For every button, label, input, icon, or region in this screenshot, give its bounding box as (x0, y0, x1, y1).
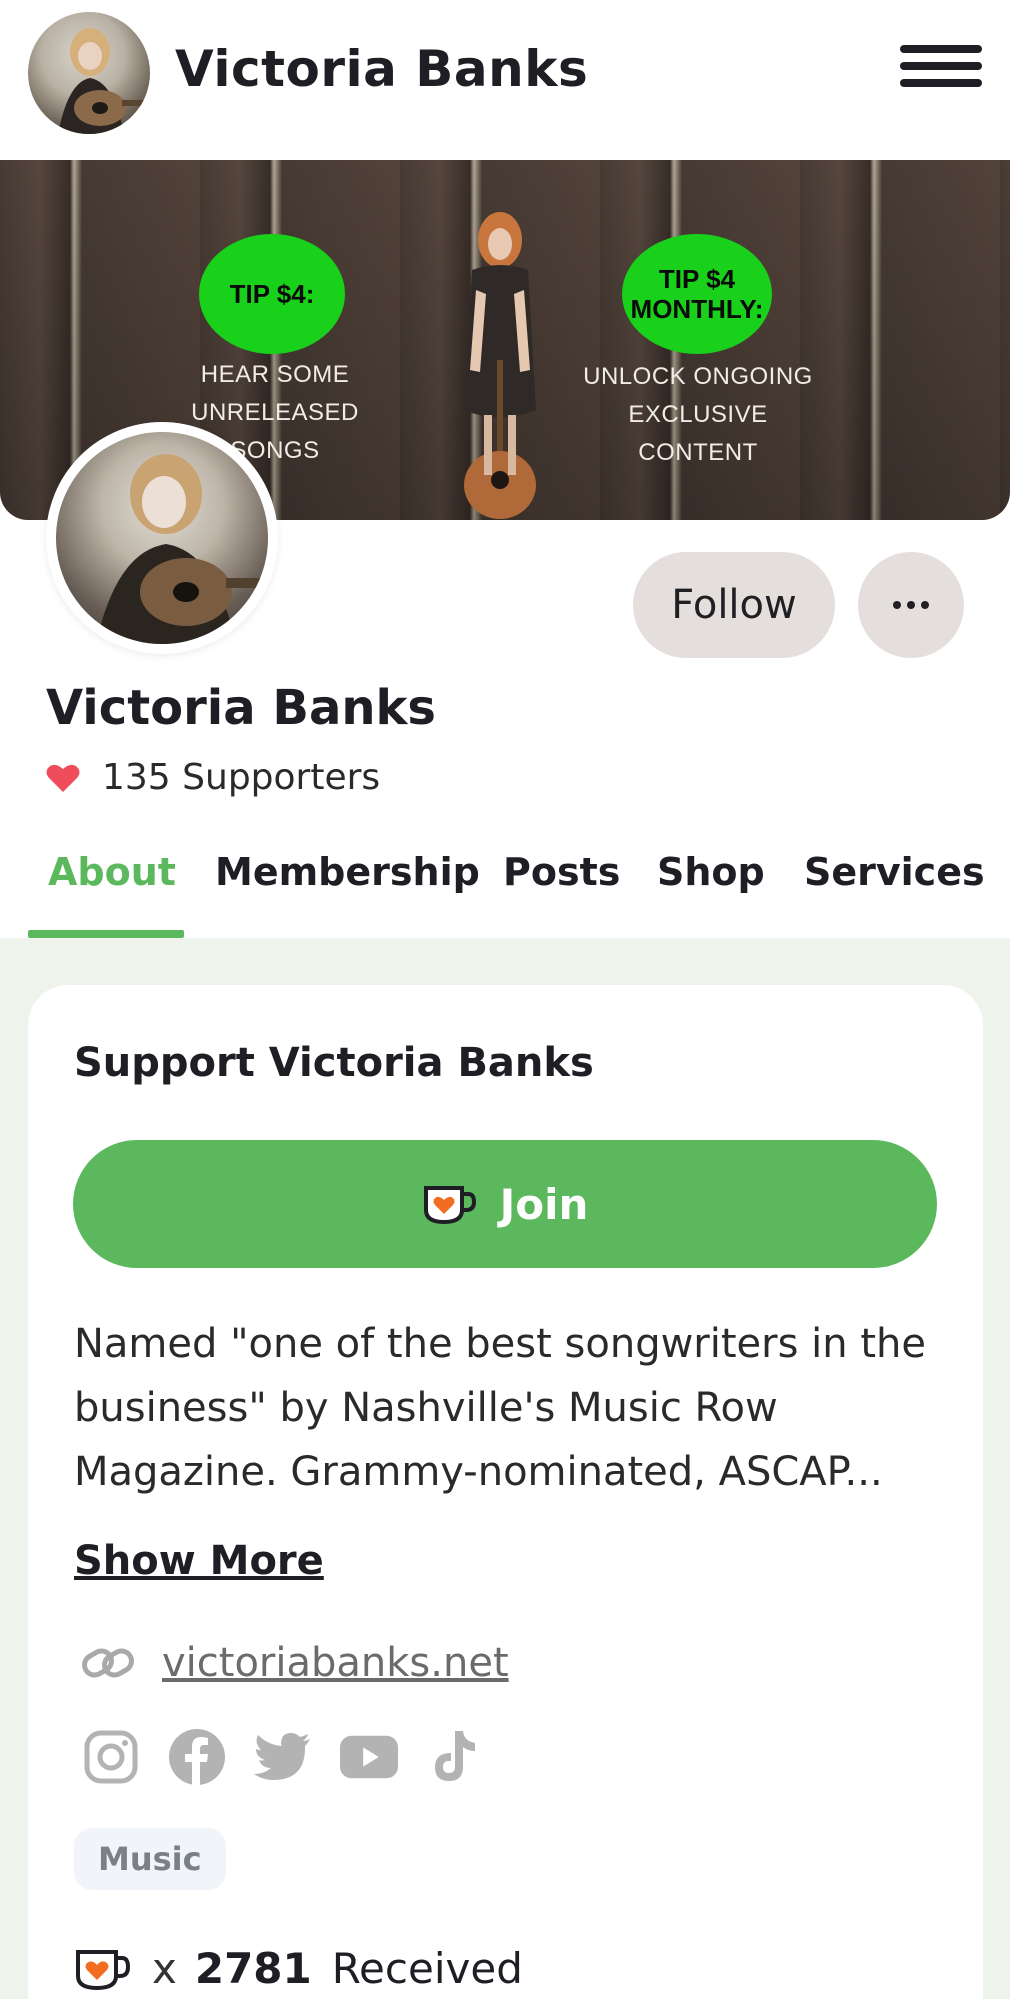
facebook-link[interactable] (168, 1728, 226, 1786)
category-tag[interactable]: Music (74, 1828, 226, 1890)
tab-about[interactable]: About (48, 850, 176, 894)
header-avatar[interactable] (28, 12, 150, 134)
tab-posts[interactable]: Posts (503, 850, 620, 894)
tip-caption-one-line1: HEAR SOME (200, 361, 350, 388)
hamburger-icon (900, 45, 982, 53)
tiktok-link[interactable] (426, 1728, 484, 1786)
tab-shop[interactable]: Shop (657, 850, 765, 894)
coffee-cup-heart-icon (423, 1186, 476, 1225)
bio-text: Named "one of the best songwriters in th… (74, 1321, 926, 1495)
singer-photo (464, 212, 536, 519)
received-count: 2781 (194, 1944, 312, 1993)
more-options-button[interactable] (858, 552, 964, 658)
social-links (82, 1728, 484, 1786)
tip-badge-two-line2: MONTHLY: (630, 294, 764, 324)
tip-badge-two-line1: TIP $4 (658, 264, 736, 294)
youtube-icon (340, 1735, 398, 1779)
tab-services[interactable]: Services (804, 850, 985, 894)
website-link[interactable]: victoriabanks.net (162, 1640, 509, 1686)
coffee-cup-heart-icon (76, 1949, 131, 1990)
instagram-icon (84, 1730, 138, 1784)
received-count-row: x 2781 Received (74, 1944, 523, 1993)
show-more-link[interactable]: Show More (74, 1538, 324, 1584)
hamburger-icon-line (900, 79, 982, 87)
profile-name: Victoria Banks (46, 680, 436, 736)
link-icon (82, 1648, 134, 1678)
tip-caption-two-line1: UNLOCK ONGOING (583, 363, 813, 390)
facebook-icon (169, 1729, 225, 1786)
twitter-link[interactable] (254, 1728, 312, 1786)
heart-icon (46, 764, 80, 792)
received-multiplier: x (152, 1944, 177, 1993)
hamburger-icon-line (900, 62, 982, 70)
twitter-icon (254, 1733, 310, 1780)
support-title: Support Victoria Banks (74, 1040, 594, 1086)
avatar-photo-icon (58, 28, 150, 134)
received-label: Received (331, 1944, 523, 1993)
header-title: Victoria Banks (175, 40, 589, 98)
profile-avatar-photo (56, 432, 268, 644)
follow-button[interactable]: Follow (633, 552, 835, 658)
supporters-count: 135 Supporters (46, 757, 380, 798)
tip-caption-two: UNLOCK ONGOING EXCLUSIVE CONTENT (580, 358, 816, 472)
more-horizontal-icon-dot (907, 601, 915, 609)
avatar-photo-icon (96, 454, 268, 644)
profile-tabs: About Membership Posts Shop Services (0, 840, 1010, 940)
more-horizontal-icon-dot (921, 601, 929, 609)
tab-membership[interactable]: Membership (215, 850, 480, 894)
website-row: victoriabanks.net (80, 1640, 509, 1686)
hamburger-menu-button[interactable] (900, 45, 982, 95)
more-horizontal-icon (893, 601, 901, 609)
tip-badge-one-text: TIP $4: (229, 279, 315, 309)
supporters-label: 135 Supporters (102, 757, 381, 798)
youtube-link[interactable] (340, 1728, 398, 1786)
join-button[interactable]: Join (73, 1140, 937, 1268)
top-bar: Victoria Banks (0, 0, 1010, 160)
tip-badge-one: TIP $4: (199, 234, 345, 354)
active-tab-indicator (28, 930, 184, 938)
tiktok-icon (435, 1731, 475, 1781)
instagram-link[interactable] (82, 1728, 140, 1786)
tip-badge-two: TIP $4 MONTHLY: (622, 234, 772, 354)
profile-avatar[interactable] (46, 422, 278, 654)
join-label: Join (499, 1179, 589, 1229)
tip-caption-two-line2: EXCLUSIVE CONTENT (628, 401, 768, 466)
